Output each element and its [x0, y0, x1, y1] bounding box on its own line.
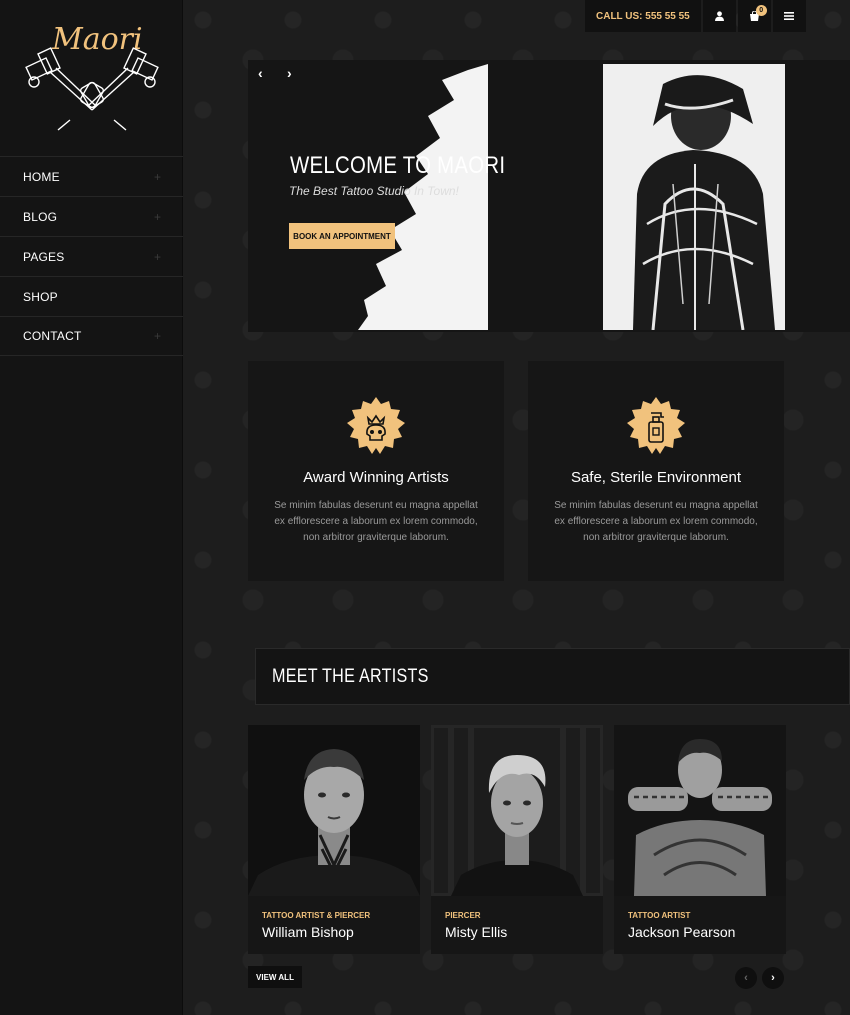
artist-portrait [431, 725, 603, 896]
feature-title: Safe, Sterile Environment [570, 469, 742, 486]
view-all-button[interactable]: VIEW ALL [248, 966, 302, 988]
slider-next-arrow[interactable]: › [287, 65, 292, 81]
artist-name: Jackson Pearson [628, 924, 736, 940]
section-header: MEET THE ARTISTS [255, 648, 850, 705]
nav-item-contact[interactable]: CONTACT + [0, 316, 183, 356]
nav-item-blog[interactable]: BLOG + [0, 196, 183, 236]
plus-icon: + [153, 169, 161, 184]
nav-item-label: CONTACT [23, 329, 82, 343]
artist-role: PIERCER [445, 911, 481, 920]
nav-item-home[interactable]: HOME + [0, 156, 183, 196]
top-bar: CALL US: 555 55 55 0 [585, 0, 806, 32]
book-appointment-button[interactable]: BOOK AN APPOINTMENT [289, 223, 395, 249]
artist-role: TATTOO ARTIST & PIERCER [262, 911, 371, 920]
skull-crown-icon [347, 397, 405, 454]
artists-prev-button[interactable]: ‹ [735, 967, 757, 989]
nav-item-label: SHOP [23, 289, 58, 304]
section-title: MEET THE ARTISTS [272, 665, 429, 687]
artist-portrait [248, 725, 420, 896]
tattooed-model-photo [603, 64, 785, 330]
menu-button[interactable] [772, 0, 806, 32]
plus-icon: + [153, 209, 161, 224]
nav-item-pages[interactable]: PAGES + [0, 236, 183, 276]
artist-photo [248, 725, 420, 896]
hero-slider: ‹ › WELCOME TO MAORI The Best Tattoo Stu… [248, 60, 850, 332]
artist-card[interactable]: TATTOO ARTIST Jackson Pearson [614, 725, 786, 954]
hero-image [603, 64, 785, 330]
nav-item-label: PAGES [23, 249, 65, 264]
artist-photo [431, 725, 603, 896]
artist-card[interactable]: PIERCER Misty Ellis [431, 725, 603, 954]
artist-card[interactable]: TATTOO ARTIST & PIERCER William Bishop [248, 725, 420, 954]
hero-title: WELCOME TO MAORI [290, 152, 506, 179]
spray-bottle-icon [627, 397, 685, 454]
feature-text: Se minim fabulas deserunt eu magna appel… [274, 500, 478, 543]
nav-item-label: HOME [23, 169, 60, 184]
artist-portrait [614, 725, 786, 896]
artist-photo [614, 725, 786, 896]
hero-subtitle: The Best Tattoo Studio In Town! [289, 184, 459, 198]
artist-name: Misty Ellis [445, 924, 508, 940]
call-us-link[interactable]: CALL US: 555 55 55 [585, 0, 701, 32]
feature-title: Award Winning Artists [303, 469, 449, 486]
artist-role: TATTOO ARTIST [628, 911, 691, 920]
nav-item-label: BLOG [23, 209, 58, 224]
artist-name: William Bishop [262, 924, 354, 940]
feature-card: Safe, Sterile Environment Se minim fabul… [528, 361, 784, 581]
tattoo-machines-icon [25, 47, 159, 131]
main-nav: HOME + BLOG + PAGES + SHOP CONTACT + [0, 156, 183, 356]
hamburger-icon [784, 12, 795, 20]
cart-count-badge: 0 [755, 5, 767, 16]
sidebar: Maori HOME + BLOG + PAGES + SHOP CONTACT… [0, 0, 183, 1015]
nav-item-shop[interactable]: SHOP [0, 276, 183, 316]
plus-icon: + [153, 249, 161, 264]
feature-card: Award Winning Artists Se minim fabulas d… [248, 361, 504, 581]
logo[interactable]: Maori [22, 22, 162, 132]
account-button[interactable] [702, 0, 736, 32]
artists-next-button[interactable]: › [762, 967, 784, 989]
plus-icon: + [153, 329, 161, 343]
feature-text: Se minim fabulas deserunt eu magna appel… [554, 500, 758, 543]
slider-prev-arrow[interactable]: ‹ [258, 65, 263, 81]
cart-button[interactable]: 0 [737, 0, 771, 32]
user-icon [714, 11, 724, 21]
